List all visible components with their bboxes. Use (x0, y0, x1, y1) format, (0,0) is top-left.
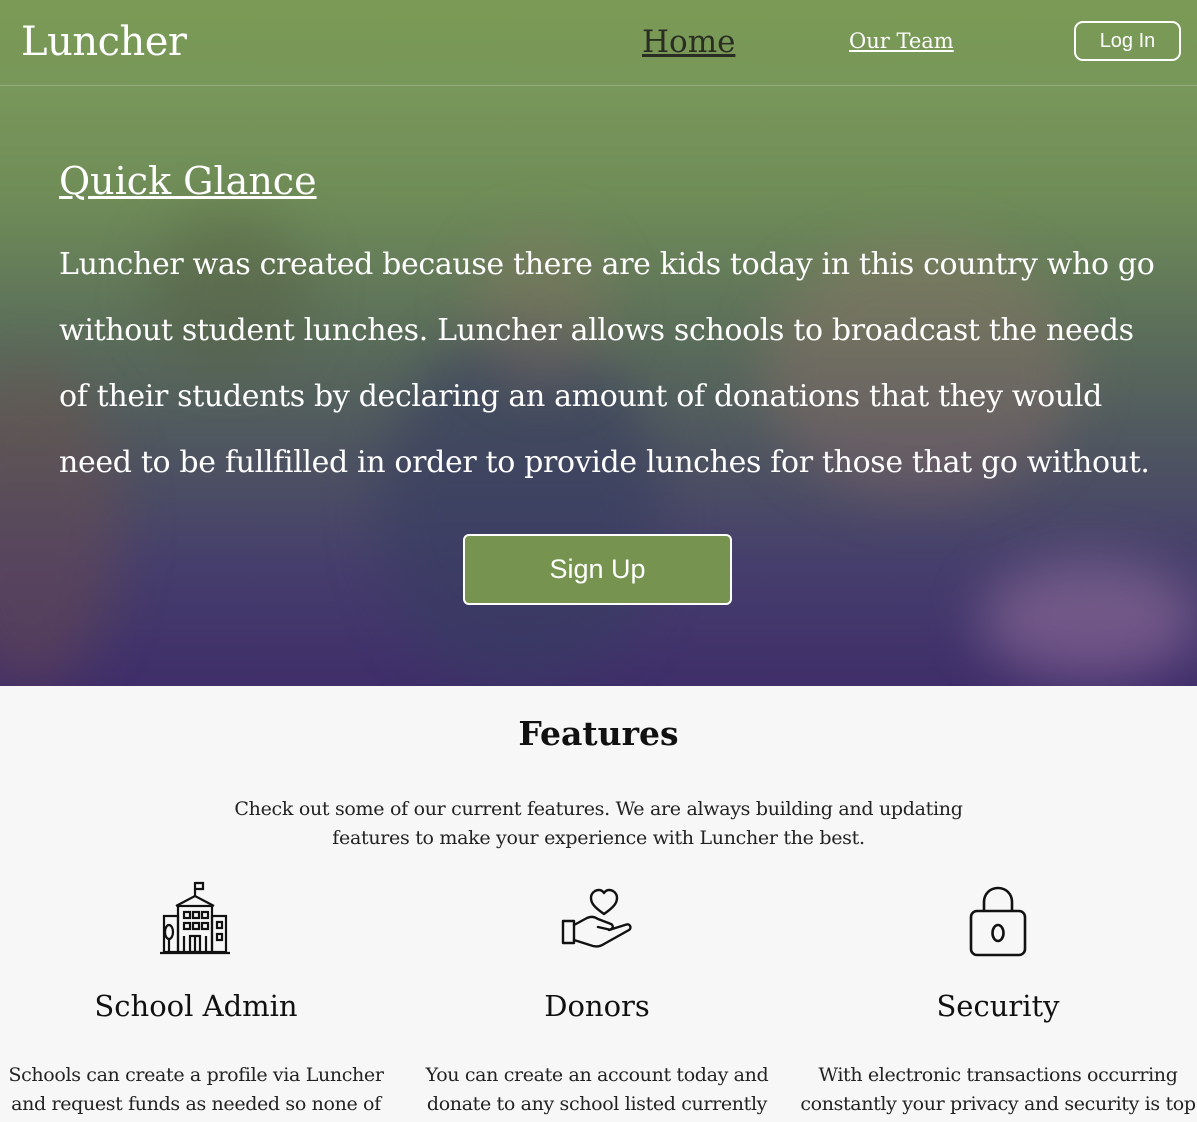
features-heading: Features (518, 714, 679, 753)
hero-photo-shape (980, 560, 1197, 680)
brand-logo[interactable]: Luncher (21, 16, 187, 68)
navbar: Luncher Home Our Team Log In (0, 0, 1197, 86)
features-intro: Check out some of our current features. … (234, 798, 963, 849)
school-building-icon (0, 878, 396, 962)
feature-description: Schools can create a profile via Luncher… (8, 1064, 384, 1115)
hero-description: Luncher was created because there are ki… (59, 247, 1155, 480)
hand-heart-icon (397, 878, 797, 962)
feature-title: School Admin (94, 989, 298, 1023)
login-button[interactable]: Log In (1074, 21, 1181, 61)
feature-description: With electronic transactions occurring c… (800, 1064, 1196, 1115)
nav-link-our-team[interactable]: Our Team (849, 27, 954, 55)
hero-section: Luncher Home Our Team Log In Quick Glanc… (0, 0, 1197, 686)
quick-glance-heading: Quick Glance (59, 159, 317, 203)
feature-title: Security (936, 989, 1060, 1023)
padlock-icon (798, 878, 1197, 962)
nav-link-home[interactable]: Home (642, 22, 735, 62)
feature-description: You can create an account today and dona… (425, 1064, 769, 1115)
signup-button[interactable]: Sign Up (463, 534, 732, 605)
feature-title: Donors (544, 989, 650, 1023)
